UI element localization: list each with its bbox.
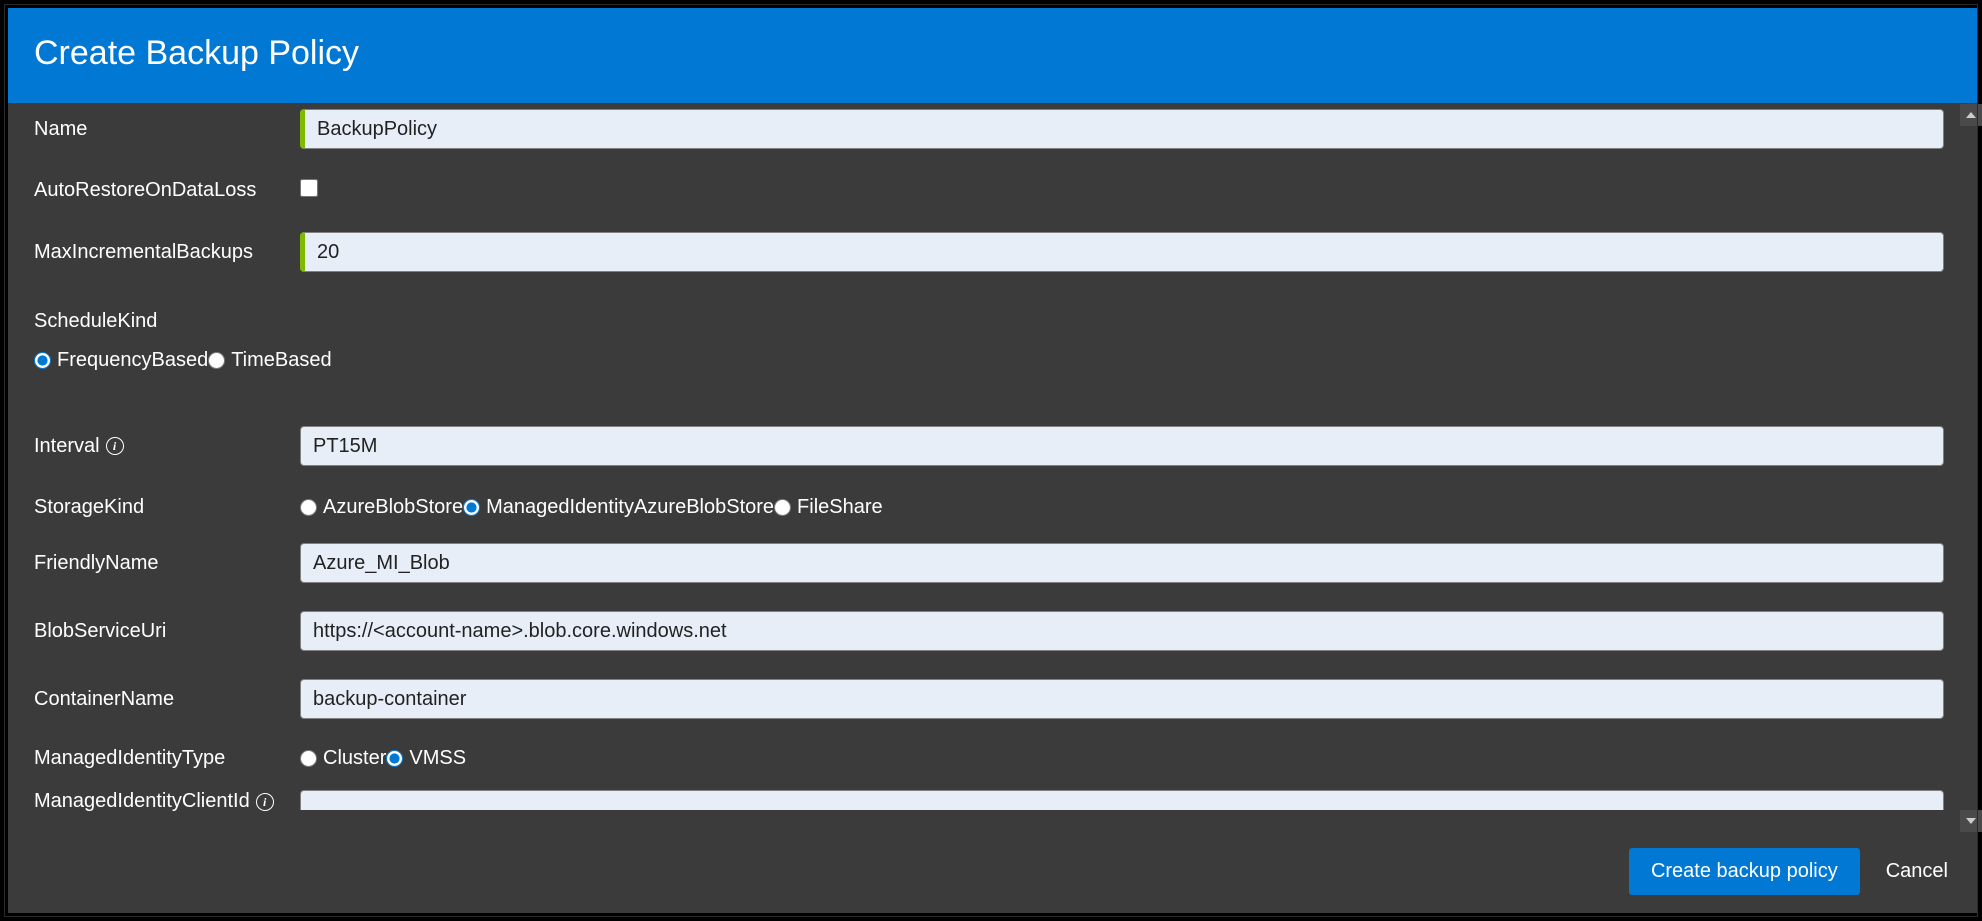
schedulekind-radio-frequencybased[interactable] xyxy=(34,352,51,369)
autorestore-checkbox[interactable] xyxy=(300,179,318,197)
friendlyname-input[interactable] xyxy=(300,543,1944,583)
blobserviceuri-input[interactable] xyxy=(300,611,1944,651)
managedidentitytype-radio-cluster[interactable] xyxy=(300,750,317,767)
containername-label: ContainerName xyxy=(34,688,300,711)
scrollbar-up-button[interactable] xyxy=(1960,104,1982,126)
maxincremental-label: MaxIncrementalBackups xyxy=(34,241,300,264)
storagekind-option-0: AzureBlobStore xyxy=(323,496,463,519)
modal-body: Name AutoRestoreOnDataLoss MaxIncrementa… xyxy=(8,103,1978,830)
schedulekind-radio-timebased[interactable] xyxy=(208,352,225,369)
containername-input[interactable] xyxy=(300,679,1944,719)
friendlyname-label: FriendlyName xyxy=(34,552,300,575)
interval-label: Interval xyxy=(34,435,100,458)
autorestore-label: AutoRestoreOnDataLoss xyxy=(34,179,300,202)
storagekind-radio-azureblobstore[interactable] xyxy=(300,499,317,516)
info-icon[interactable]: i xyxy=(256,793,274,811)
managedidentityclientid-input[interactable] xyxy=(300,790,1944,810)
maxincremental-input[interactable] xyxy=(300,232,1944,272)
managedidentitytype-radio-vmss[interactable] xyxy=(386,750,403,767)
name-label: Name xyxy=(34,118,300,141)
schedulekind-radios: FrequencyBased TimeBased xyxy=(34,349,1952,372)
managedidentityclientid-label: ManagedIdentityClientId xyxy=(34,790,250,813)
scrollbar-down-button[interactable] xyxy=(1960,810,1982,832)
name-input[interactable] xyxy=(300,109,1944,149)
cancel-button[interactable]: Cancel xyxy=(1886,860,1948,883)
schedulekind-option-0: FrequencyBased xyxy=(57,349,208,372)
managedidentitytype-radios: Cluster VMSS xyxy=(300,747,1944,770)
create-backup-policy-modal: Create Backup Policy Name AutoRestoreOnD… xyxy=(8,8,1978,913)
modal-header: Create Backup Policy xyxy=(8,8,1978,103)
modal-title: Create Backup Policy xyxy=(34,34,359,72)
managedidentitytype-option-0: Cluster xyxy=(323,747,386,770)
storagekind-radios: AzureBlobStore ManagedIdentityAzureBlobS… xyxy=(300,496,1944,519)
schedulekind-option-1: TimeBased xyxy=(231,349,331,372)
schedulekind-label: ScheduleKind xyxy=(34,310,1952,333)
modal-footer: Create backup policy Cancel xyxy=(8,830,1978,913)
interval-input[interactable] xyxy=(300,426,1944,466)
storagekind-option-2: FileShare xyxy=(797,496,883,519)
storagekind-radio-managedidentityazureblobstore[interactable] xyxy=(463,499,480,516)
blobserviceuri-label: BlobServiceUri xyxy=(34,620,300,643)
info-icon[interactable]: i xyxy=(106,437,124,455)
storagekind-radio-fileshare[interactable] xyxy=(774,499,791,516)
storagekind-option-1: ManagedIdentityAzureBlobStore xyxy=(486,496,774,519)
managedidentitytype-option-1: VMSS xyxy=(409,747,466,770)
create-backup-policy-button[interactable]: Create backup policy xyxy=(1629,848,1860,895)
managedidentitytype-label: ManagedIdentityType xyxy=(34,747,300,770)
storagekind-label: StorageKind xyxy=(34,496,300,519)
